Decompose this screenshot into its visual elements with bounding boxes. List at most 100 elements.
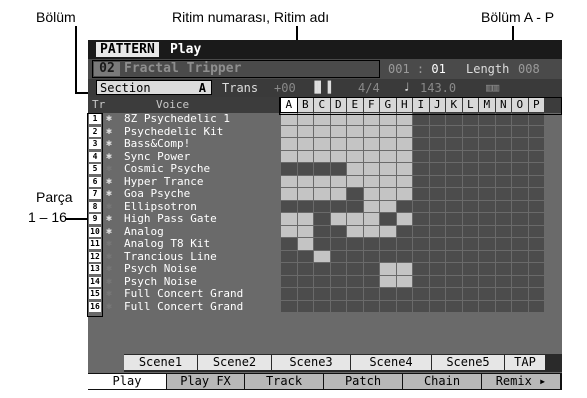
section-cell[interactable]: [495, 163, 511, 175]
section-selector[interactable]: Section A: [96, 81, 212, 95]
section-cell[interactable]: [347, 263, 363, 275]
section-cell[interactable]: [479, 288, 495, 300]
tab-track[interactable]: Track: [245, 374, 323, 389]
voice-name[interactable]: Goa Psyche: [124, 187, 190, 201]
section-cell[interactable]: [479, 150, 495, 162]
trans-value[interactable]: +00: [274, 81, 296, 95]
section-cell[interactable]: [413, 300, 429, 312]
section-cell[interactable]: [297, 188, 313, 200]
section-cell[interactable]: [347, 225, 363, 237]
section-letter-e[interactable]: E: [347, 98, 363, 112]
section-cell[interactable]: [528, 225, 544, 237]
section-cell[interactable]: [495, 238, 511, 250]
section-cell[interactable]: [479, 238, 495, 250]
section-cell[interactable]: [446, 175, 462, 187]
section-cell[interactable]: [297, 250, 313, 262]
section-cell[interactable]: [281, 288, 297, 300]
section-cell[interactable]: [512, 138, 528, 150]
section-cell[interactable]: [462, 188, 478, 200]
section-cell[interactable]: [347, 150, 363, 162]
section-cell[interactable]: [528, 238, 544, 250]
section-cell[interactable]: [495, 150, 511, 162]
section-letter-n[interactable]: N: [495, 98, 511, 112]
section-cell[interactable]: [528, 150, 544, 162]
section-cell[interactable]: [396, 263, 412, 275]
section-cell[interactable]: [347, 163, 363, 175]
section-letter-l[interactable]: L: [462, 98, 478, 112]
section-cell[interactable]: [479, 300, 495, 312]
section-cell[interactable]: [528, 250, 544, 262]
section-cell[interactable]: [380, 163, 396, 175]
section-cell[interactable]: [396, 150, 412, 162]
section-cell[interactable]: [330, 125, 346, 137]
section-cell[interactable]: [396, 175, 412, 187]
section-cell[interactable]: [330, 250, 346, 262]
section-cell[interactable]: [446, 225, 462, 237]
section-cell[interactable]: [446, 300, 462, 312]
track-row[interactable]: 3 ✱ Bass&Comp!: [88, 137, 562, 151]
section-cell[interactable]: [363, 213, 379, 225]
section-cell[interactable]: [380, 300, 396, 312]
section-cell[interactable]: [479, 113, 495, 125]
section-cell[interactable]: [281, 213, 297, 225]
section-cell[interactable]: [495, 288, 511, 300]
section-cell[interactable]: [429, 150, 445, 162]
section-cell[interactable]: [479, 275, 495, 287]
section-cell[interactable]: [363, 300, 379, 312]
section-cell[interactable]: [363, 225, 379, 237]
section-cell[interactable]: [380, 238, 396, 250]
track-row[interactable]: 16 ✱ Full Concert Grand: [88, 300, 562, 314]
voice-name[interactable]: Bass&Comp!: [124, 137, 190, 151]
section-cell[interactable]: [429, 213, 445, 225]
section-cell[interactable]: [281, 138, 297, 150]
section-cell[interactable]: [281, 188, 297, 200]
track-row[interactable]: 11 ✱ Analog T8 Kit: [88, 237, 562, 251]
section-cell[interactable]: [347, 188, 363, 200]
section-cell[interactable]: [462, 238, 478, 250]
section-cell[interactable]: [314, 200, 330, 212]
section-cell[interactable]: [495, 200, 511, 212]
section-cell[interactable]: [429, 275, 445, 287]
section-cell[interactable]: [297, 263, 313, 275]
section-cell[interactable]: [528, 188, 544, 200]
section-cell[interactable]: [462, 263, 478, 275]
section-cell[interactable]: [347, 213, 363, 225]
section-cell[interactable]: [281, 175, 297, 187]
section-cell[interactable]: [297, 150, 313, 162]
section-cell[interactable]: [512, 125, 528, 137]
section-cell[interactable]: [479, 213, 495, 225]
tab-play-fx[interactable]: Play FX: [167, 374, 244, 389]
section-letter-m[interactable]: M: [479, 98, 495, 112]
section-cell[interactable]: [347, 238, 363, 250]
track-row[interactable]: 15 ✱ Full Concert Grand: [88, 287, 562, 301]
section-cell[interactable]: [495, 125, 511, 137]
section-cell[interactable]: [396, 213, 412, 225]
section-cell[interactable]: [330, 275, 346, 287]
section-cell[interactable]: [314, 138, 330, 150]
section-cell[interactable]: [479, 125, 495, 137]
track-row[interactable]: 9 ✱ High Pass Gate: [88, 212, 562, 226]
section-cell[interactable]: [347, 300, 363, 312]
section-cell[interactable]: [314, 213, 330, 225]
section-cell[interactable]: [462, 163, 478, 175]
section-cell[interactable]: [495, 188, 511, 200]
section-cell[interactable]: [429, 225, 445, 237]
tab-chain[interactable]: Chain: [403, 374, 481, 389]
section-cell[interactable]: [479, 138, 495, 150]
section-cell[interactable]: [314, 175, 330, 187]
section-cell[interactable]: [396, 138, 412, 150]
section-cell[interactable]: [363, 188, 379, 200]
section-cell[interactable]: [396, 250, 412, 262]
section-cell[interactable]: [314, 150, 330, 162]
section-cell[interactable]: [314, 125, 330, 137]
section-cell[interactable]: [512, 263, 528, 275]
section-cell[interactable]: [380, 175, 396, 187]
section-cell[interactable]: [330, 188, 346, 200]
section-cell[interactable]: [297, 200, 313, 212]
section-cell[interactable]: [512, 288, 528, 300]
section-cell[interactable]: [380, 113, 396, 125]
section-cell[interactable]: [512, 163, 528, 175]
voice-name[interactable]: High Pass Gate: [124, 212, 217, 226]
section-cell[interactable]: [380, 138, 396, 150]
section-cell[interactable]: [512, 175, 528, 187]
